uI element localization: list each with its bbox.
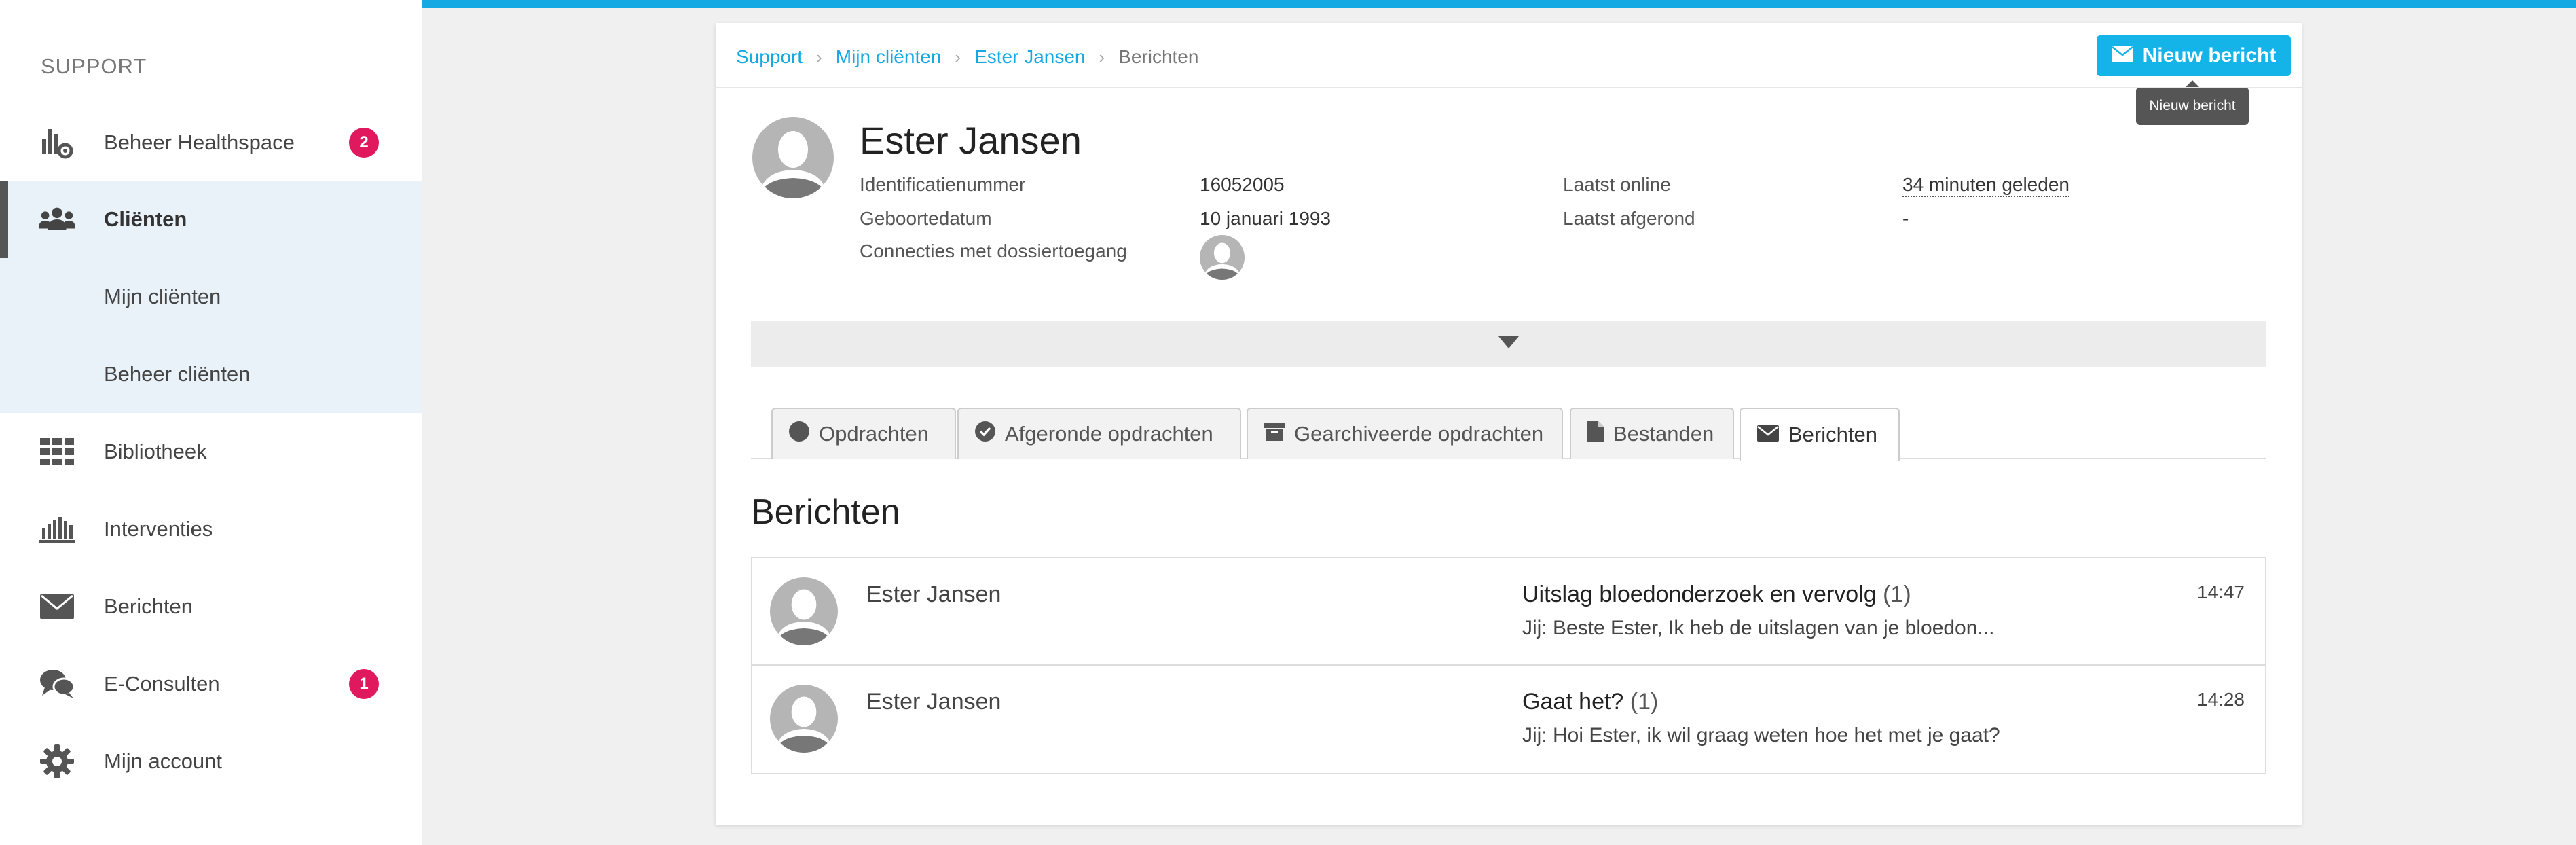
tab-berichten[interactable]: Berichten [1740,408,1900,461]
header-divider [716,87,2302,88]
tab-label: Bestanden [1613,422,1714,446]
check-circle-icon [975,421,995,447]
dob-label: Geboortedatum [860,208,992,229]
healthspace-gear-icon [38,124,76,162]
avatar [770,577,838,645]
last-completed-label: Laatst afgerond [1563,208,1695,229]
archive-icon [1264,422,1285,446]
sidebar-item-bibliotheek[interactable]: Bibliotheek [0,413,422,490]
connections-label: Connecties met dossiertoegang [860,240,1127,262]
message-subject: Gaat het? (1) [1522,689,1658,715]
sidebar-item-label: Mijn cliënten [104,285,221,308]
tab-afgeronde-opdrachten[interactable]: Afgeronde opdrachten [957,408,1241,459]
message-time: 14:47 [2196,581,2245,603]
tab-label: Afgeronde opdrachten [1005,422,1213,446]
sidebar-item-beheer-healthspace[interactable]: Beheer Healthspace 2 [0,104,422,181]
envelope-icon [2111,44,2133,67]
sidebar-item-label: E-Consulten [104,672,220,696]
message-preview: Jij: Hoi Ester, ik wil graag weten hoe h… [1522,724,2000,747]
message-subject: Uitslag bloedonderzoek en vervolg (1) [1522,581,1911,608]
chevron-right-icon: › [816,46,822,67]
last-completed-value: - [1902,208,1909,229]
breadcrumb: Support › Mijn cliënten › Ester Jansen ›… [736,46,1198,68]
last-online-label: Laatst online [1563,174,1671,195]
tab-label: Berichten [1788,422,1877,446]
sidebar-item-interventies[interactable]: Interventies [0,490,422,568]
breadcrumb-link-mijn-clienten[interactable]: Mijn cliënten [836,46,942,68]
new-message-tooltip: Nieuw bericht [2136,80,2249,125]
sidebar-item-label: Berichten [104,594,193,618]
interventions-icon [38,510,76,548]
message-row[interactable]: Ester Jansen Uitslag bloedonderzoek en v… [752,558,2265,666]
expand-details-bar[interactable] [751,321,2266,367]
notification-badge: 2 [349,128,379,158]
message-time: 14:28 [2196,689,2245,710]
new-message-label: Nieuw bericht [2142,44,2277,67]
sidebar-item-label: Bibliotheek [104,439,207,463]
sidebar-item-clienten[interactable]: Cliënten [0,181,422,258]
sidebar-item-label: Interventies [104,517,213,541]
gear-icon [38,742,76,780]
sidebar-item-mijn-clienten[interactable]: Mijn cliënten [0,258,422,336]
id-value: 16052005 [1200,174,1285,195]
section-title: Berichten [751,492,900,532]
grid-icon [38,433,76,471]
client-card: Support › Mijn cliënten › Ester Jansen ›… [716,23,2302,825]
sidebar-item-berichten[interactable]: Berichten [0,568,422,645]
caret-down-icon [1498,336,1519,352]
avatar [752,117,834,198]
message-preview: Jij: Beste Ester, Ik heb de uitslagen va… [1522,617,1995,639]
circle-icon [789,421,809,447]
breadcrumb-link-support[interactable]: Support [736,46,803,68]
sidebar-item-label: Beheer cliënten [104,362,251,386]
id-label: Identificatienummer [860,174,1026,195]
last-online-value: 34 minuten geleden [1902,174,2069,197]
client-name: Ester Jansen [860,119,1082,162]
sidebar-item-label: Beheer Healthspace [104,130,295,154]
message-count: (1) [1630,689,1659,715]
avatar [770,685,838,753]
file-icon [1587,421,1604,447]
envelope-icon [1757,422,1779,447]
sidebar-item-beheer-clienten[interactable]: Beheer cliënten [0,336,422,413]
sidebar-item-label: Mijn account [104,749,223,773]
tab-bestanden[interactable]: Bestanden [1570,408,1734,459]
breadcrumb-current: Berichten [1118,46,1199,67]
chevron-right-icon: › [955,46,961,67]
message-subject-text: Uitslag bloedonderzoek en vervolg [1522,581,1877,607]
tab-label: Gearchiveerde opdrachten [1294,422,1544,446]
top-accent-bar [422,0,2576,8]
sidebar-header: SUPPORT [41,54,147,78]
message-count: (1) [1883,581,1911,607]
connection-avatar[interactable] [1200,235,1245,280]
dob-value: 10 januari 1993 [1200,208,1331,229]
tab-label: Opdrachten [819,422,929,446]
new-message-button[interactable]: Nieuw bericht [2097,35,2291,76]
message-sender: Ester Jansen [866,689,1001,715]
message-row[interactable]: Ester Jansen Gaat het? (1) Jij: Hoi Este… [752,666,2265,773]
users-icon [38,200,76,238]
tab-gearchiveerde-opdrachten[interactable]: Gearchiveerde opdrachten [1247,408,1563,459]
envelope-icon [38,588,76,626]
tab-opdrachten[interactable]: Opdrachten [771,408,956,459]
chat-bubbles-icon [38,665,76,703]
sidebar-item-e-consulten[interactable]: E-Consulten 1 [0,645,422,723]
message-subject-text: Gaat het? [1522,689,1624,715]
sidebar-item-mijn-account[interactable]: Mijn account [0,723,422,800]
notification-badge: 1 [349,669,379,699]
chevron-right-icon: › [1099,46,1105,67]
sidebar-item-label: Cliënten [104,207,187,231]
breadcrumb-link-client[interactable]: Ester Jansen [974,46,1085,68]
message-sender: Ester Jansen [866,581,1001,607]
sidebar: SUPPORT Beheer Healthspace 2 Cliënten Mi… [0,0,422,845]
message-list: Ester Jansen Uitslag bloedonderzoek en v… [751,557,2266,774]
